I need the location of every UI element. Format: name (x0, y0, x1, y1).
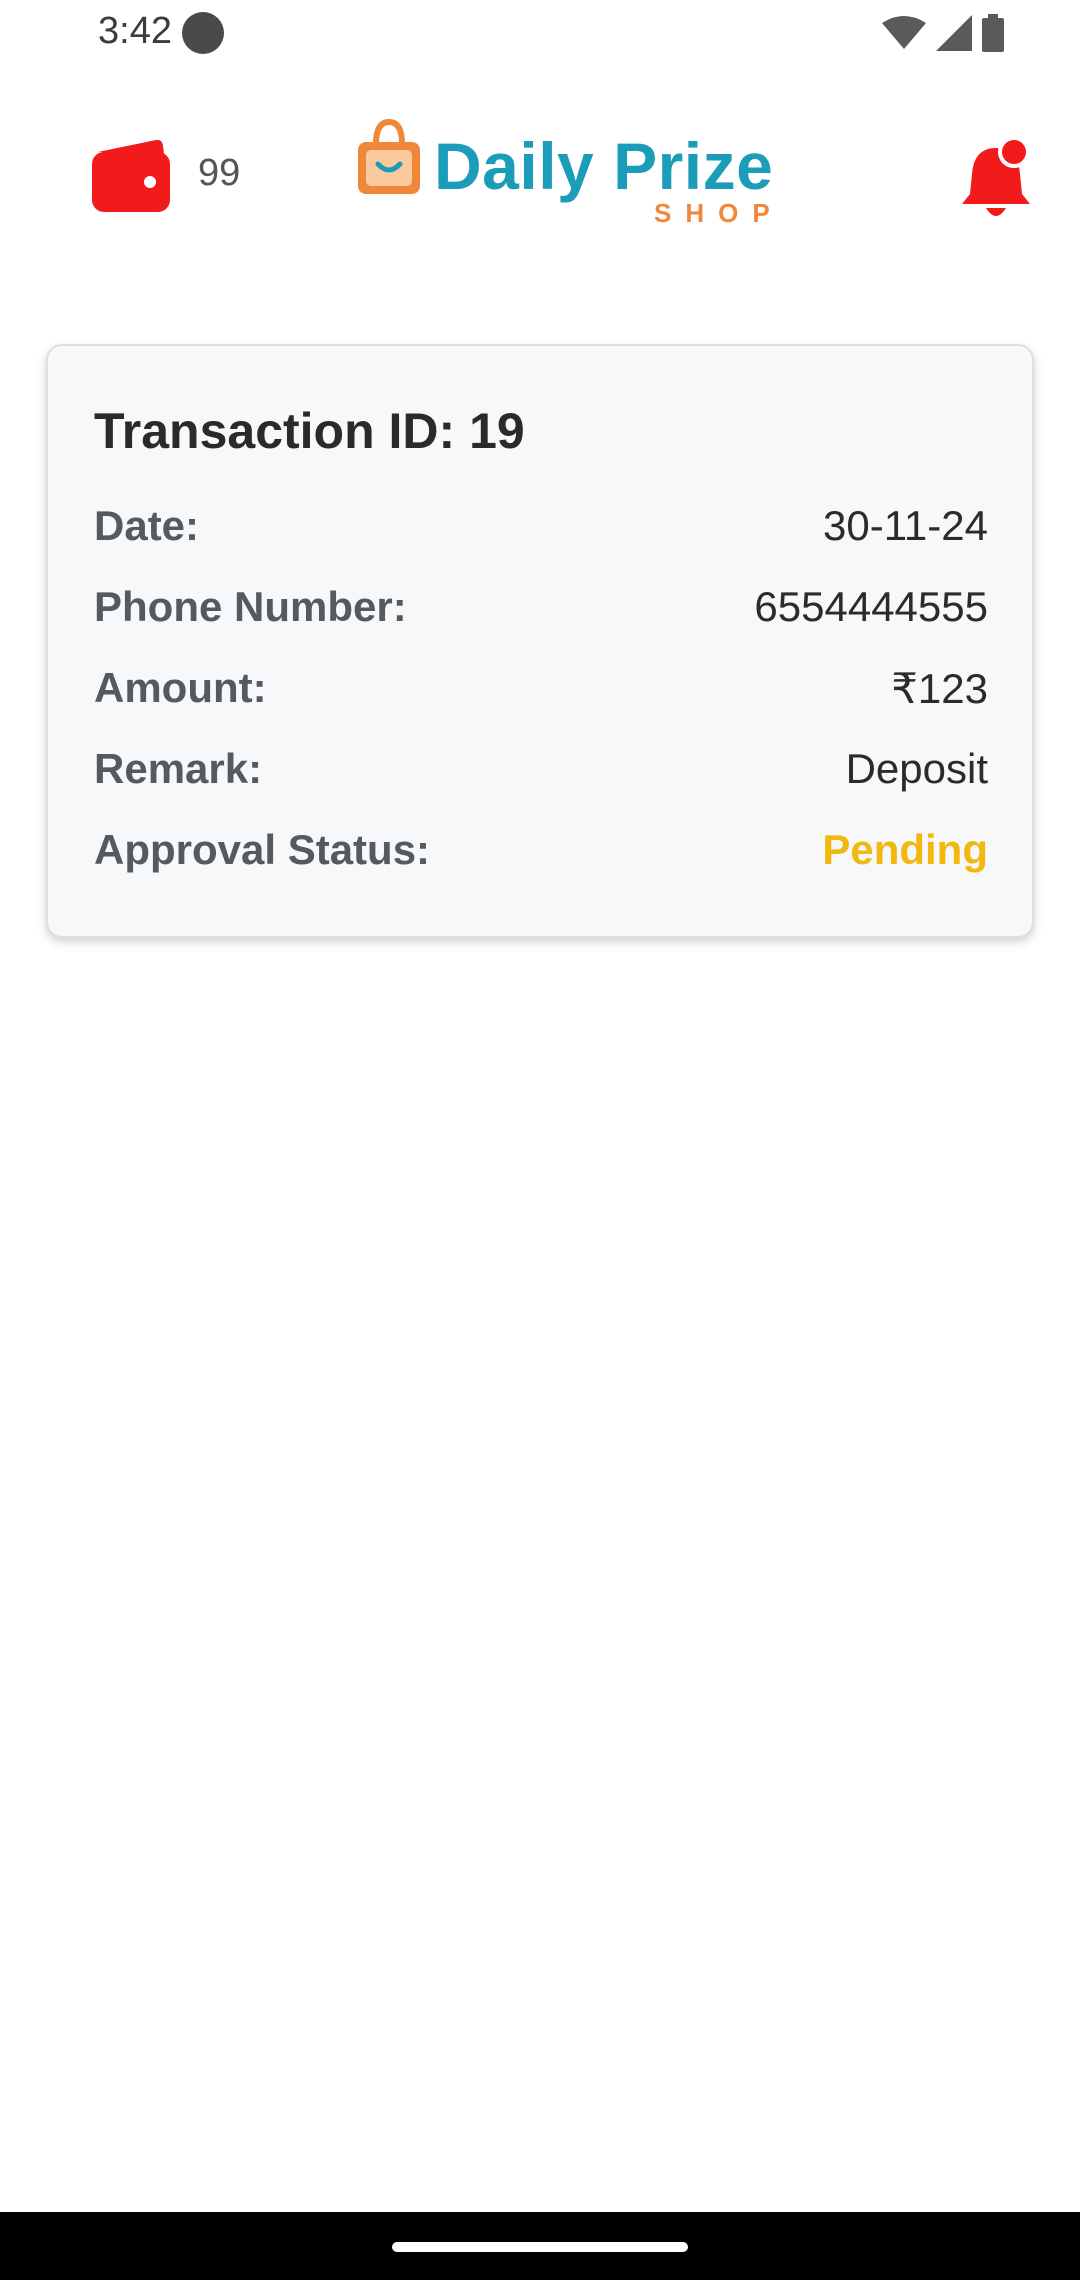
wallet-balance: 99 (198, 152, 241, 194)
notification-button[interactable] (960, 134, 1032, 224)
app-logo: Daily Prize SHOP (354, 118, 774, 228)
row-phone-number: Phone Number: 6554444555 (94, 577, 988, 637)
transaction-title: Transaction ID: 19 (94, 403, 525, 459)
logo-title: Daily Prize (434, 129, 774, 203)
status-bar: 3:42 (0, 0, 1080, 68)
row-date: Date: 30-11-24 (94, 496, 988, 556)
remark-label: Remark: (94, 745, 263, 792)
screen: 3:42 99 Daily Prize SHOP Transaction ID:… (0, 0, 1080, 2280)
approval-status-badge: Pending (822, 826, 988, 873)
date-value: 30-11-24 (822, 502, 988, 549)
phone-number-label: Phone Number: (94, 583, 407, 630)
row-remark: Remark: Deposit (94, 739, 988, 799)
logo-subtitle: SHOP (654, 198, 784, 228)
wifi-icon (882, 16, 926, 49)
row-amount: Amount: ₹123 (94, 658, 988, 718)
shopping-bag-icon (358, 118, 420, 194)
bell-icon (962, 136, 1030, 216)
phone-number-value: 6554444555 (754, 583, 988, 630)
battery-icon (982, 14, 1004, 52)
date-label: Date: (94, 502, 200, 549)
row-approval-status: Approval Status: Pending (94, 820, 988, 880)
wallet-button[interactable] (88, 136, 178, 216)
home-gesture-handle[interactable] (392, 2242, 688, 2252)
app-header: 99 Daily Prize SHOP (0, 118, 1080, 238)
remark-value: Deposit (845, 745, 988, 792)
amount-value: ₹123 (891, 664, 988, 712)
status-time: 3:42 (98, 10, 172, 52)
wallet-icon (92, 139, 170, 212)
notification-dot-icon (182, 12, 224, 54)
approval-status-label: Approval Status: (94, 826, 431, 873)
amount-label: Amount: (94, 664, 267, 711)
status-icons (882, 14, 1004, 52)
transaction-card[interactable]: Transaction ID: 19 Date: 30-11-24 Phone … (46, 344, 1034, 938)
system-nav-bar (0, 2212, 1080, 2280)
cellular-signal-icon (936, 15, 972, 51)
